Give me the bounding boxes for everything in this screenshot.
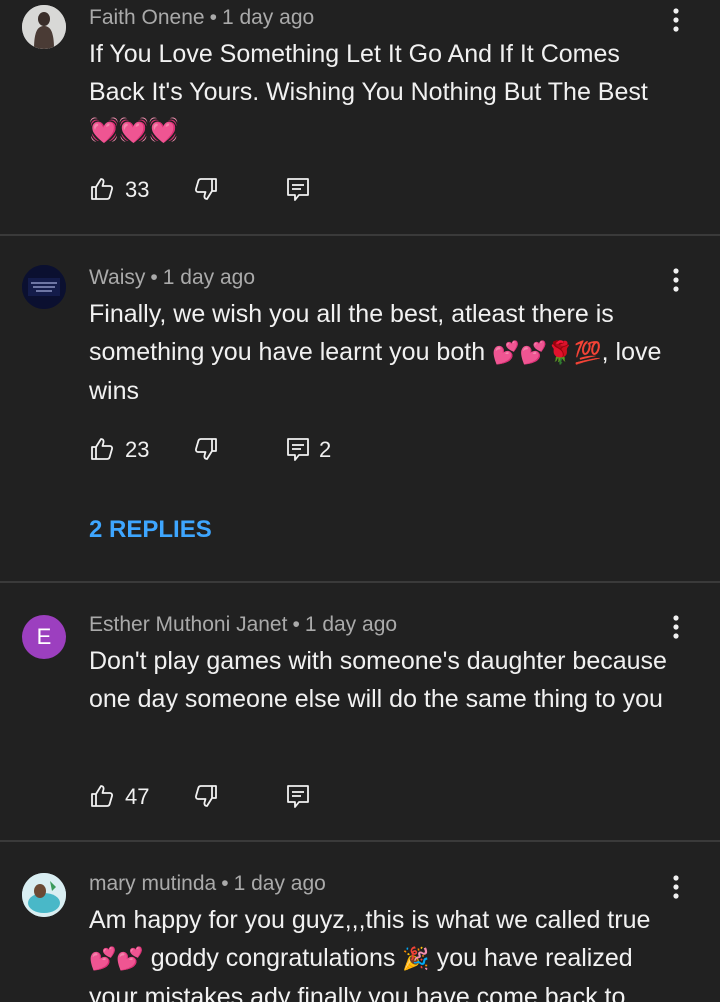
comment-actions: 33 [89, 176, 489, 206]
like-icon[interactable] [89, 176, 115, 202]
reply-icon[interactable] [285, 436, 311, 462]
more-options-icon[interactable] [664, 872, 688, 902]
like-icon[interactable] [89, 783, 115, 809]
like-icon[interactable] [89, 436, 115, 462]
like-count: 47 [125, 784, 150, 809]
timestamp: 1 day ago [221, 6, 315, 29]
timestamp: 1 day ago [233, 872, 326, 895]
emoji: 🎉 [402, 946, 430, 971]
comment-text: Don't play games with someone's daughter… [89, 647, 667, 713]
timestamp: 1 day ago [304, 613, 398, 636]
more-options-icon[interactable] [664, 265, 688, 295]
like-count: 23 [125, 437, 150, 462]
comment-actions: 47 [89, 783, 489, 813]
comment-meta: Waisy • 1 day ago [89, 266, 255, 289]
reply-icon[interactable] [285, 176, 311, 202]
author-name[interactable]: Esther Muthoni Janet [89, 613, 287, 636]
avatar-letter: E [36, 624, 52, 649]
comment-card: Faith Onene • 1 day ago If You Love Someth… [0, 0, 720, 234]
like-count: 33 [125, 177, 150, 202]
comment-text: Finally, we wish you all the best, atlea… [89, 300, 662, 405]
comment-meta: Esther Muthoni Janet • 1 day ago [89, 613, 398, 636]
avatar[interactable] [22, 265, 66, 309]
author-name[interactable]: Waisy [89, 266, 145, 289]
reply-count: 2 [319, 437, 332, 462]
comment-text: Am happy for you guyz,,,this is what we … [89, 906, 651, 1002]
author-name[interactable]: Faith Onene [89, 6, 205, 29]
emoji: 💓💓💓 [89, 117, 179, 144]
emoji: 💕💕 [89, 946, 144, 971]
avatar[interactable]: E [22, 615, 66, 659]
dislike-icon[interactable] [193, 783, 219, 809]
dislike-icon[interactable] [193, 436, 219, 462]
comment-text: If You Love Something Let It Go And If I… [89, 40, 648, 144]
comment-meta: Faith Onene • 1 day ago [89, 6, 315, 29]
timestamp: 1 day ago [162, 266, 255, 289]
view-replies-button[interactable]: 2 REPLIES [89, 516, 212, 544]
comment-card: Waisy • 1 day ago Finally, we wish you all… [0, 236, 720, 581]
author-name[interactable]: mary mutinda [89, 872, 216, 895]
avatar[interactable] [22, 873, 66, 917]
more-options-icon[interactable] [664, 5, 688, 35]
avatar[interactable] [22, 5, 66, 49]
comment-actions: 23 2 [89, 436, 489, 466]
dislike-icon[interactable] [193, 176, 219, 202]
reply-icon[interactable] [285, 783, 311, 809]
more-options-icon[interactable] [664, 612, 688, 642]
comment-card: E Esther Muthoni Janet • 1 day ago Don't p… [0, 583, 720, 840]
comment-card: mary mutinda • 1 day ago Am happy for you … [0, 842, 720, 1002]
emoji: 💕💕🌹💯 [492, 340, 602, 365]
comment-meta: mary mutinda • 1 day ago [89, 872, 326, 895]
